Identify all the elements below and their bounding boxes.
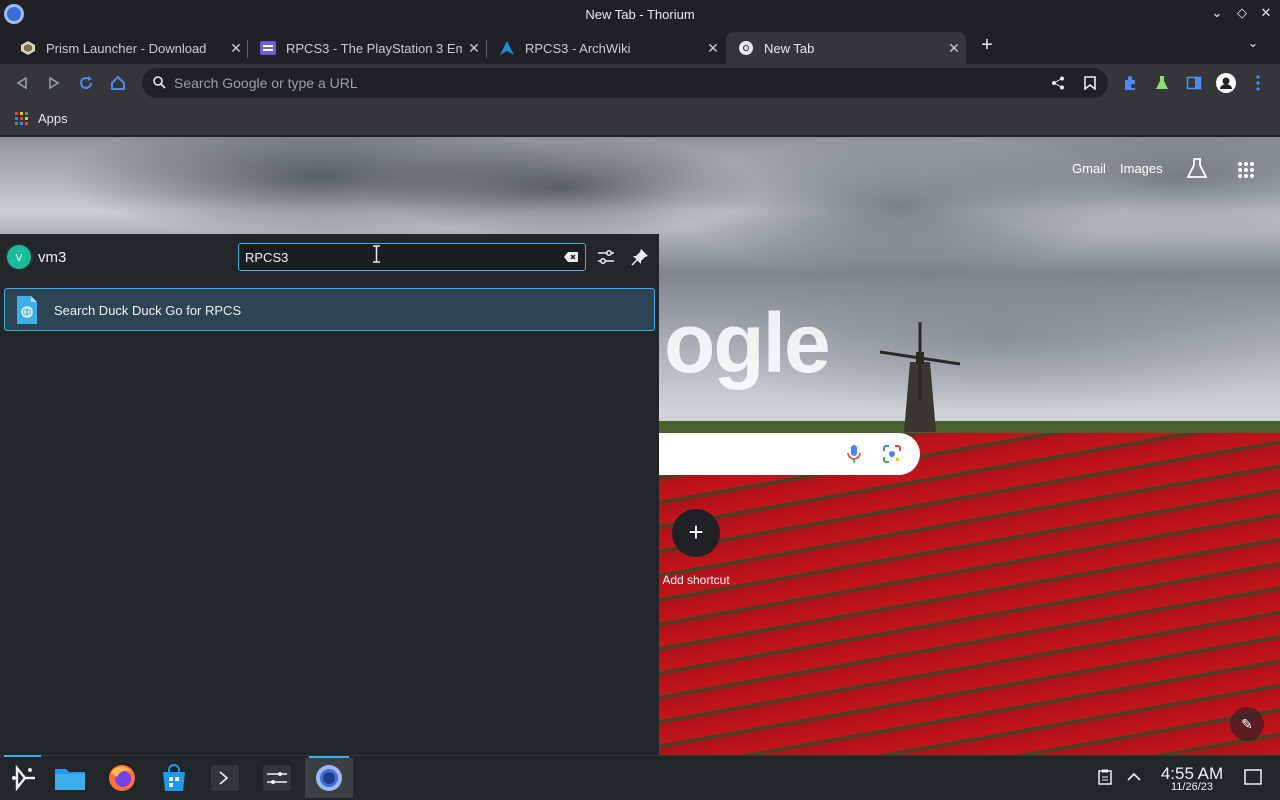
clear-text-icon[interactable] (563, 251, 579, 263)
forward-icon[interactable] (43, 72, 65, 94)
launcher-search-input[interactable] (245, 244, 555, 270)
apps-grid-icon[interactable] (15, 112, 28, 125)
minimize-icon[interactable]: ⌄ (1208, 5, 1226, 21)
omnibox[interactable] (142, 68, 1108, 98)
taskbar-firefox[interactable] (98, 758, 146, 798)
arch-linux-icon (499, 40, 515, 56)
taskbar-terminal[interactable] (201, 758, 249, 798)
google-logo: ogle (664, 296, 831, 390)
windmill-image (880, 322, 960, 432)
search-icon (153, 76, 166, 89)
title-bar: New Tab - Thorium ⌄ ◇ ✕ (0, 0, 1280, 28)
apps-bookmark[interactable]: Apps (38, 111, 68, 126)
google-apps-icon[interactable] (1238, 162, 1254, 178)
settings-sliders-icon (263, 765, 291, 791)
taskbar-thorium[interactable] (305, 756, 353, 798)
tab-label: Prism Launcher - Download (46, 40, 207, 56)
tab-rpcs3[interactable]: RPCS3 - The PlayStation 3 Em ✕ (248, 32, 486, 64)
tab-strip: Prism Launcher - Download ✕ RPCS3 - The … (0, 28, 1280, 64)
new-tab-button[interactable]: + (976, 34, 998, 56)
close-tab-icon[interactable]: ✕ (701, 40, 725, 57)
close-tab-icon[interactable]: ✕ (942, 40, 966, 57)
krunner-launcher: V vm3 Search Duck Duck Go for RPCS (0, 234, 659, 755)
bookmark-icon[interactable] (1079, 72, 1101, 94)
configure-sliders-icon[interactable] (597, 248, 615, 266)
tab-search-chevron-icon[interactable]: ⌄ (1248, 36, 1258, 50)
rpcs3-icon (260, 40, 276, 56)
launcher-active-indicator (4, 755, 41, 757)
tab-archwiki[interactable]: RPCS3 - ArchWiki ✕ (487, 32, 725, 64)
tab-label: New Tab (764, 40, 815, 56)
clock-date[interactable]: 11/26/23 (1152, 781, 1232, 793)
active-task-indicator (309, 756, 349, 758)
show-desktop-icon[interactable] (1244, 768, 1262, 786)
text-cursor-icon (373, 245, 380, 263)
google-lens-icon[interactable] (882, 444, 902, 464)
tab-prism-launcher[interactable]: Prism Launcher - Download ✕ (8, 32, 248, 64)
tab-label: RPCS3 - ArchWiki (525, 40, 631, 56)
taskbar-file-manager[interactable] (46, 758, 94, 798)
folder-icon (55, 769, 85, 790)
close-window-icon[interactable]: ✕ (1257, 5, 1275, 21)
window-title: New Tab - Thorium (585, 7, 695, 22)
maximize-icon[interactable]: ◇ (1233, 5, 1251, 21)
close-tab-icon[interactable]: ✕ (462, 40, 486, 57)
taskbar-system-settings[interactable] (253, 758, 301, 798)
reload-icon[interactable] (75, 72, 97, 94)
taskbar-discover[interactable] (150, 758, 198, 798)
query-field[interactable] (238, 243, 586, 271)
browser-toolbar (0, 64, 1280, 102)
web-search-document-icon (17, 296, 37, 324)
microphone-icon[interactable] (847, 444, 861, 464)
share-icon[interactable] (1047, 72, 1069, 94)
back-icon[interactable] (11, 72, 33, 94)
username-label: vm3 (38, 249, 67, 266)
images-link[interactable]: Images (1120, 161, 1163, 176)
bookmarks-bar: Apps (0, 102, 1280, 136)
add-shortcut-button[interactable]: + (672, 509, 720, 557)
avatar: V (5, 243, 33, 271)
profile-icon[interactable] (1215, 72, 1237, 94)
application-launcher-button[interactable] (0, 758, 48, 798)
taskbar: 4:55 AM 11/26/23 (0, 755, 1280, 800)
side-panel-icon[interactable] (1183, 72, 1205, 94)
thorium-icon (316, 765, 342, 791)
labs-flask-icon[interactable] (1151, 72, 1173, 94)
background-tulip-field (659, 433, 1280, 755)
customize-pencil-icon[interactable]: ✎ (1230, 707, 1264, 741)
add-shortcut-label: Add shortcut (662, 573, 730, 587)
pin-icon[interactable] (631, 248, 649, 266)
menu-kebab-icon[interactable] (1247, 72, 1269, 94)
system-tray-expand-icon[interactable] (1125, 768, 1143, 786)
prism-launcher-icon (20, 40, 36, 56)
close-tab-icon[interactable]: ✕ (224, 40, 248, 57)
clipboard-icon[interactable] (1096, 768, 1114, 786)
store-bag-icon (163, 764, 185, 791)
app-launcher-icon (12, 765, 35, 791)
omnibox-input[interactable] (174, 68, 1034, 98)
tab-new-tab[interactable]: New Tab ✕ (726, 32, 966, 64)
firefox-icon (109, 765, 135, 791)
search-result-label: Search Duck Duck Go for RPCS (54, 303, 242, 318)
search-labs-icon[interactable] (1186, 157, 1208, 179)
gmail-link[interactable]: Gmail (1072, 161, 1106, 176)
search-result-item[interactable]: Search Duck Duck Go for RPCS (4, 288, 655, 331)
extensions-icon[interactable] (1119, 72, 1141, 94)
terminal-icon (211, 765, 239, 791)
home-icon[interactable] (107, 72, 129, 94)
tab-label: RPCS3 - The PlayStation 3 Em (286, 40, 462, 56)
chrome-icon (738, 40, 754, 56)
